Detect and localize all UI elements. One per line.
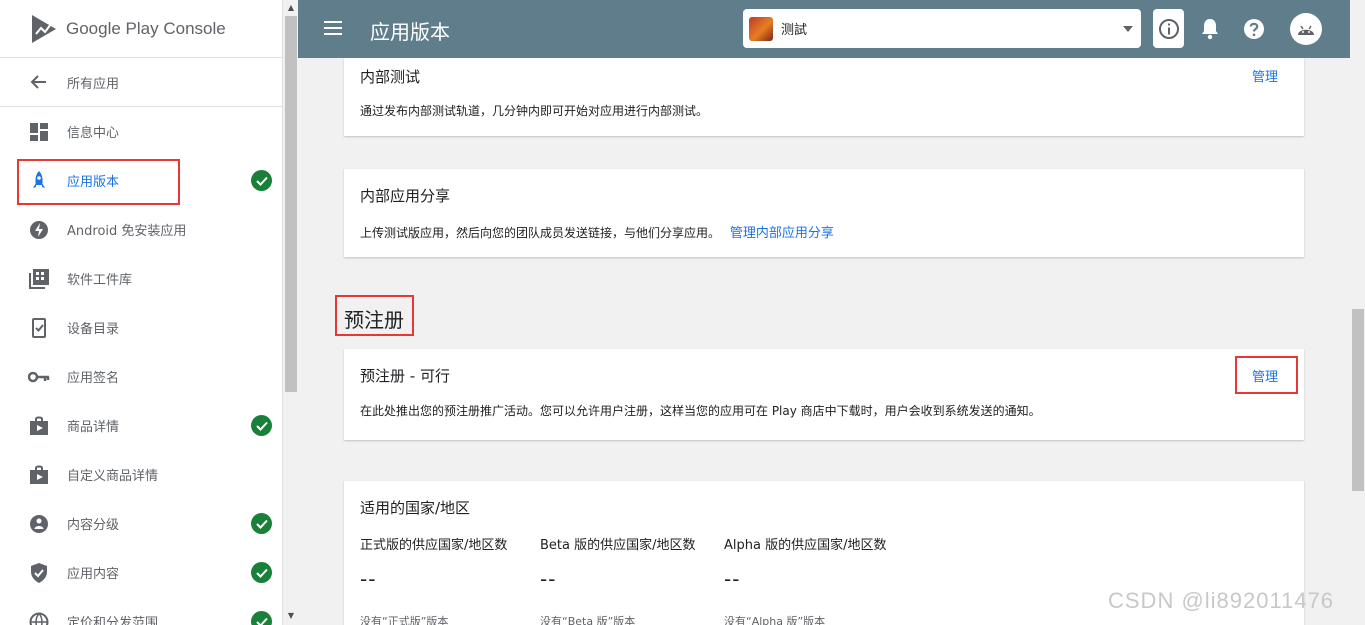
card-title: 适用的国家/地区 <box>360 499 471 517</box>
all-apps-label: 所有应用 <box>67 76 120 92</box>
stat-note: 没有“Beta 版”版本 <box>540 615 636 625</box>
card-description: 通过发布内部测试轨道，几分钟内即可开始对应用进行内部测试。 <box>360 104 709 118</box>
highlight-pre-registration-title <box>335 295 414 336</box>
globe-icon <box>28 611 50 625</box>
dashboard-icon <box>28 121 50 143</box>
sidebar-item-artifact-library[interactable]: 软件工件库 <box>0 254 282 303</box>
sidebar-item-device-catalog[interactable]: 设备目录 <box>0 303 282 352</box>
sharing-description-text: 上传测试版应用，然后向您的团队成员发送链接，与他们分享应用。 <box>360 226 721 240</box>
scroll-up-arrow-icon[interactable]: ▲ <box>286 3 296 13</box>
stat-note: 没有“Alpha 版”版本 <box>724 615 826 625</box>
arrow-back-icon <box>28 71 50 93</box>
production-countries-stat: 正式版的供应国家/地区数 -- 没有“正式版”版本 <box>360 534 507 625</box>
sidebar-item-label: 应用签名 <box>67 371 120 386</box>
page-title: 应用版本 <box>370 20 450 44</box>
app-thumbnail <box>749 16 773 41</box>
sidebar-item-app-content[interactable]: 应用内容 <box>0 548 282 597</box>
stat-note: 没有“正式版”版本 <box>360 615 449 625</box>
internal-testing-card: 内部测试 管理 通过发布内部测试轨道，几分钟内即可开始对应用进行内部测试。 <box>344 58 1304 136</box>
pre-registration-card: 预注册 - 可行 管理 在此处推出您的预注册推广活动。您可以允许用户注册，这样当… <box>344 349 1304 440</box>
android-icon <box>1298 25 1314 35</box>
highlight-manage-link <box>1235 356 1298 394</box>
sidebar-item-dashboard[interactable]: 信息中心 <box>0 107 282 156</box>
shield-icon <box>28 562 50 584</box>
selected-app-name: 测試 <box>781 23 808 38</box>
beta-countries-stat: Beta 版的供应国家/地区数 -- 没有“Beta 版”版本 <box>540 534 696 625</box>
card-title: 内部应用分享 <box>360 187 451 205</box>
card-description: 在此处推出您的预注册推广活动。您可以允许用户注册，这样当您的应用可在 Play … <box>360 404 1041 418</box>
check-icon <box>251 170 272 191</box>
sidebar-item-label: 信息中心 <box>67 126 120 141</box>
sidebar-item-instant-apps[interactable]: Android 免安装应用 <box>0 205 282 254</box>
scroll-down-arrow-icon[interactable]: ▼ <box>286 611 296 621</box>
sidebar-nav: Google Play Console 所有应用 信息中心 应用版本 Andro… <box>0 0 283 625</box>
brand-header[interactable]: Google Play Console <box>0 0 282 58</box>
sidebar-item-store-listing[interactable]: 商品详情 <box>0 401 282 450</box>
play-console-logo-icon <box>32 14 56 43</box>
sidebar-scrollbar-thumb[interactable] <box>285 16 297 392</box>
account-avatar[interactable] <box>1290 13 1322 45</box>
notifications-bell-icon[interactable] <box>1198 17 1222 41</box>
stat-label: Alpha 版的供应国家/地区数 <box>724 538 887 553</box>
sidebar-item-content-rating[interactable]: 内容分级 <box>0 499 282 548</box>
sidebar-item-label: 定价和分发范围 <box>67 616 159 625</box>
custom-listing-icon <box>28 464 50 486</box>
sidebar-item-app-signing[interactable]: 应用签名 <box>0 352 282 401</box>
main-scrollbar-thumb[interactable] <box>1352 309 1364 491</box>
sidebar-item-label: Android 免安装应用 <box>67 224 187 239</box>
menu-icon[interactable] <box>322 17 344 39</box>
brand-name: Google Play Console <box>66 18 226 38</box>
lightning-icon <box>28 219 50 241</box>
key-icon <box>28 366 50 388</box>
sidebar-item-pricing-distribution[interactable]: 定价和分发范围 <box>0 597 282 625</box>
store-listing-icon <box>28 415 50 437</box>
device-catalog-icon <box>28 317 50 339</box>
sidebar-item-label: 应用内容 <box>67 567 120 582</box>
stat-value: -- <box>540 567 557 591</box>
sidebar-item-custom-store-listing[interactable]: 自定义商品详情 <box>0 450 282 499</box>
card-title: 内部测试 <box>360 68 421 86</box>
stat-label: 正式版的供应国家/地区数 <box>360 538 508 553</box>
stat-value: -- <box>360 567 377 591</box>
check-icon <box>251 562 272 583</box>
check-icon <box>251 611 272 625</box>
sidebar-item-label: 商品详情 <box>67 420 120 435</box>
artifact-library-icon <box>28 268 50 290</box>
content-rating-icon <box>28 513 50 535</box>
top-app-bar: 应用版本 测試 <box>298 0 1350 58</box>
sidebar-item-label: 设备目录 <box>67 322 120 337</box>
help-icon[interactable] <box>1242 17 1266 41</box>
chevron-down-icon <box>1123 25 1133 32</box>
sidebar-item-label: 软件工件库 <box>67 273 133 288</box>
card-title: 预注册 - 可行 <box>360 367 450 385</box>
sidebar-item-label: 内容分级 <box>67 518 120 533</box>
manage-internal-sharing-link[interactable]: 管理内部应用分享 <box>730 226 834 241</box>
app-selector[interactable]: 测試 <box>743 9 1141 48</box>
highlight-app-releases <box>17 159 180 205</box>
watermark: CSDN @li892011476 <box>1108 588 1335 613</box>
alpha-countries-stat: Alpha 版的供应国家/地区数 -- 没有“Alpha 版”版本 <box>724 534 886 625</box>
info-icon <box>1158 18 1179 39</box>
sidebar: Google Play Console 所有应用 信息中心 应用版本 Andro… <box>0 0 298 625</box>
stat-value: -- <box>724 567 741 591</box>
internal-app-sharing-card: 内部应用分享 上传测试版应用，然后向您的团队成员发送链接，与他们分享应用。 管理… <box>344 169 1304 257</box>
check-icon <box>251 415 272 436</box>
internal-testing-manage-link[interactable]: 管理 <box>1252 66 1278 85</box>
stat-label: Beta 版的供应国家/地区数 <box>540 538 696 553</box>
sidebar-item-label: 自定义商品详情 <box>67 469 159 484</box>
card-description: 上传测试版应用，然后向您的团队成员发送链接，与他们分享应用。 管理内部应用分享 <box>360 222 834 241</box>
info-button[interactable] <box>1153 9 1184 48</box>
all-apps-link[interactable]: 所有应用 <box>0 58 282 107</box>
check-icon <box>251 513 272 534</box>
